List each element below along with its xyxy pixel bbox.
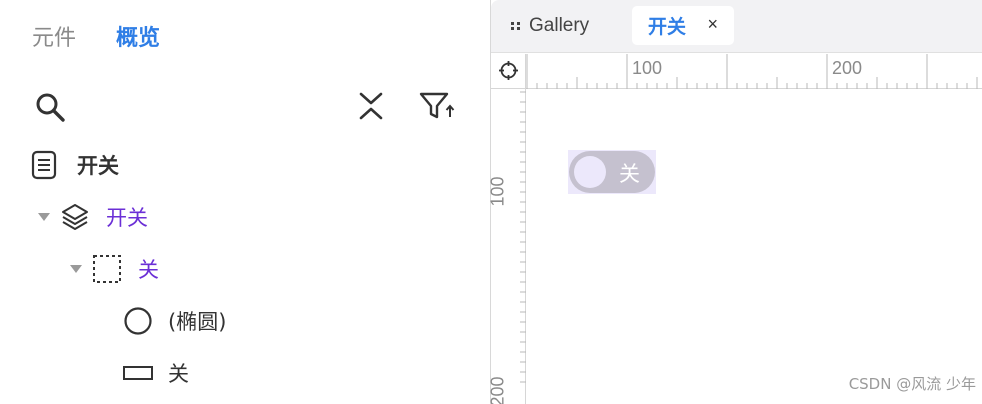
outline-panel: 元件 概览 开关 开关 关 (椭圆) 关 [0, 0, 490, 404]
ruler-corner[interactable] [491, 54, 526, 89]
crosshair-icon[interactable] [491, 54, 526, 89]
vertical-ruler: 100 200 [487, 89, 526, 404]
tab-elements[interactable]: 元件 [32, 20, 76, 52]
page-icon [31, 150, 57, 180]
tree-item-label: (椭圆) [168, 310, 227, 334]
ruler-ticks [526, 54, 978, 89]
search-icon[interactable] [34, 91, 66, 123]
collapse-all-icon[interactable] [356, 90, 386, 122]
tree-item-label: 关 [138, 258, 159, 282]
rectangle-icon [123, 366, 153, 380]
canvas-panel: Gallery 开关 × 100 200 100 200 关 CSDN @风流 … [487, 0, 982, 404]
design-canvas[interactable]: 关 CSDN @风流 少年 [527, 90, 982, 404]
switch-label: 关 [619, 162, 640, 186]
horizontal-ruler: 100 200 [526, 54, 982, 89]
tab-switch-page[interactable]: 开关 × [632, 6, 734, 45]
tab-switch-label: 开关 [648, 16, 687, 38]
dashed-group-icon [93, 255, 121, 283]
toggle-switch[interactable]: 关 [569, 151, 655, 193]
switch-selection[interactable]: 关 [568, 150, 656, 194]
tab-gallery-label: Gallery [529, 15, 590, 36]
tree-item-label: 开关 [77, 154, 119, 178]
ruler-label: 200 [832, 58, 863, 78]
close-icon[interactable]: × [707, 14, 718, 35]
tab-overview[interactable]: 概览 [116, 20, 160, 52]
tree-item-off-group[interactable]: 关 [70, 254, 159, 284]
tree-item-off-rect[interactable]: 关 [122, 358, 189, 388]
ruler-label: 100 [487, 176, 508, 207]
tree-item-ellipse[interactable]: (椭圆) [122, 306, 226, 336]
page-tab-bar: Gallery 开关 × [491, 0, 982, 53]
ellipse-icon [124, 307, 152, 335]
filter-sort-icon[interactable] [418, 90, 456, 122]
expand-triangle-icon[interactable] [38, 213, 50, 221]
layers-icon [62, 204, 88, 230]
tree-item-page[interactable]: 开关 [31, 150, 119, 180]
tree-item-switch-layer[interactable]: 开关 [38, 202, 148, 232]
ruler-label: 100 [632, 58, 663, 78]
tab-gallery[interactable]: Gallery [511, 12, 589, 40]
watermark: CSDN @风流 少年 [848, 375, 976, 393]
ruler-ticks [520, 91, 526, 383]
switch-knob [574, 156, 606, 188]
ruler-label: 200 [487, 376, 508, 404]
tree-item-label: 开关 [106, 206, 148, 230]
tree-item-label: 关 [168, 362, 189, 386]
grip-icon [511, 22, 521, 30]
expand-triangle-icon[interactable] [70, 265, 82, 273]
